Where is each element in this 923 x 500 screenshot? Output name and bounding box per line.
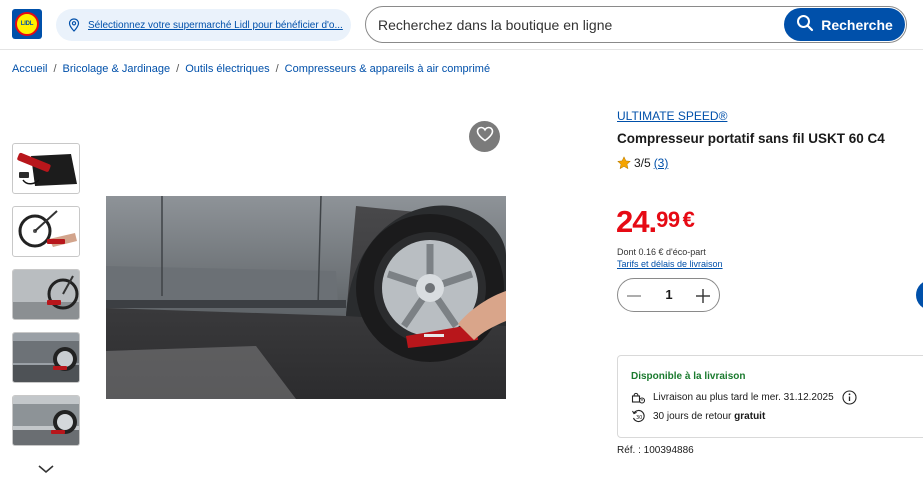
rating-score: 3/5 <box>634 156 651 170</box>
location-pin-icon <box>68 18 82 32</box>
product-rating: 3/5 (3) <box>617 156 668 170</box>
delivery-text: Livraison au plus tard le mer. 31.12.202… <box>653 392 834 403</box>
quantity-stepper: 1 <box>617 278 720 312</box>
price-currency: € <box>682 207 695 232</box>
thumbnail-4-image <box>13 333 79 382</box>
availability-title: Disponible à la livraison <box>631 371 746 382</box>
product-price: 24. 99 € <box>616 204 695 240</box>
return-icon: 30 <box>631 409 646 424</box>
thumbnail-2-image <box>18 210 77 248</box>
rating-count-link[interactable]: (3) <box>654 156 669 170</box>
star-icon <box>617 156 631 170</box>
search-button-label: Recherche <box>821 16 893 33</box>
delivery-row: Livraison au plus tard le mer. 31.12.202… <box>631 390 857 405</box>
thumbnail-4[interactable] <box>12 332 80 383</box>
wishlist-heart-button[interactable] <box>469 121 500 152</box>
store-selector[interactable]: Sélectionnez votre supermarché Lidl pour… <box>56 9 351 41</box>
quantity-value[interactable]: 1 <box>658 287 680 302</box>
returns-text: 30 jours de retour <box>653 411 732 422</box>
minus-icon[interactable] <box>626 288 642 304</box>
search-input[interactable] <box>378 7 778 42</box>
thumbnail-3[interactable] <box>12 269 80 320</box>
price-decimal: 99 <box>656 207 680 232</box>
lidl-logo-badge: LIDL <box>15 12 39 36</box>
info-icon[interactable] <box>842 390 857 405</box>
breadcrumb-separator: / <box>275 63 279 75</box>
thumbnails-next-chevron-down-icon[interactable] <box>36 462 56 476</box>
eco-part-text: Dont 0.16 € d'éco-part <box>617 247 706 257</box>
breadcrumb-item-outils[interactable]: Outils électriques <box>185 63 269 75</box>
returns-row: 30 30 jours de retour gratuit <box>631 409 765 424</box>
availability-box: Disponible à la livraison Livraison au p… <box>617 355 923 438</box>
product-brand-link[interactable]: ULTIMATE SPEED® <box>617 109 727 123</box>
thumbnail-1[interactable] <box>12 143 80 194</box>
store-selector-label: Sélectionnez votre supermarché Lidl pour… <box>88 19 343 31</box>
thumbnail-5[interactable] <box>12 395 80 446</box>
breadcrumb-item-home[interactable]: Accueil <box>12 63 47 75</box>
thumbnail-5-image <box>13 396 79 445</box>
lidl-logo[interactable]: LIDL <box>12 9 42 39</box>
product-photo-car-tire <box>106 196 506 399</box>
delivery-icon <box>631 390 646 405</box>
price-integer: 24. <box>616 204 657 239</box>
search-box: Recherche <box>365 6 907 43</box>
lidl-logo-text: LIDL <box>20 21 34 27</box>
site-header: LIDL Sélectionnez votre supermarché Lidl… <box>0 0 923 50</box>
thumbnail-1-image <box>17 152 77 186</box>
search-button[interactable]: Recherche <box>784 8 905 41</box>
breadcrumb-item-bricolage[interactable]: Bricolage & Jardinage <box>63 63 171 75</box>
svg-text:30: 30 <box>636 415 642 421</box>
product-main-image[interactable] <box>106 196 506 399</box>
add-to-cart-button-edge[interactable] <box>916 280 923 310</box>
product-reference: Réf. : 100394886 <box>617 445 694 456</box>
thumbnail-3-image <box>13 270 79 319</box>
returns-free-text: gratuit <box>734 411 766 422</box>
breadcrumb-separator: / <box>176 63 180 75</box>
breadcrumb: Accueil / Bricolage & Jardinage / Outils… <box>12 63 490 75</box>
breadcrumb-separator: / <box>53 63 57 75</box>
heart-icon <box>476 126 494 147</box>
search-icon <box>796 14 814 35</box>
thumbnail-2[interactable] <box>12 206 80 257</box>
plus-icon[interactable] <box>695 288 711 304</box>
breadcrumb-item-compresseurs[interactable]: Compresseurs & appareils à air comprimé <box>285 63 490 75</box>
product-title: Compresseur portatif sans fil USKT 60 C4 <box>617 131 885 146</box>
shipping-rates-link[interactable]: Tarifs et délais de livraison <box>617 259 723 269</box>
